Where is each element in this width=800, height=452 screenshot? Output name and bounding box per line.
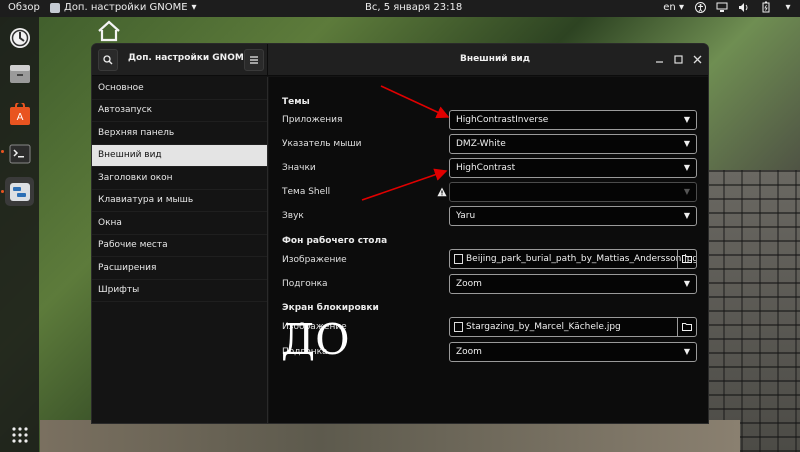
icons-theme-combo[interactable]: HighContrast ▼ (449, 158, 697, 178)
background-section-title: Фон рабочего стола (282, 236, 388, 246)
network-icon[interactable] (716, 1, 728, 13)
clock[interactable]: Вс, 5 января 23:18 (365, 2, 462, 13)
chevron-down-icon: ▾ (191, 2, 197, 13)
overlay-caption: ДО (281, 315, 350, 364)
tweaks-window: Доп. настройки GNOME Внешний вид Основно… (91, 43, 709, 424)
close-button[interactable] (691, 53, 703, 65)
top-bar: Обзор Доп. настройки GNOME ▾ Вс, 5 январ… (0, 0, 800, 17)
svg-text:A: A (16, 112, 23, 123)
lockscreen-adjust-value: Zoom (456, 347, 482, 357)
sidebar-item-keyboard-mouse[interactable]: Клавиатура и мышь (92, 190, 267, 212)
minimize-icon (655, 60, 663, 63)
icons-theme-label: Значки (282, 163, 316, 173)
timeshift-icon[interactable] (5, 23, 34, 52)
page-title: Внешний вид (460, 54, 530, 64)
themes-section-title: Темы (282, 97, 310, 107)
sound-theme-combo[interactable]: Yaru ▼ (449, 206, 697, 226)
language-label: en (663, 1, 676, 13)
folder-open-icon[interactable] (682, 254, 692, 263)
sidebar-header: Доп. настройки GNOME (92, 44, 268, 76)
sidebar-item-extensions[interactable]: Расширения (92, 257, 267, 280)
sidebar-item-workspaces[interactable]: Рабочие места (92, 235, 267, 257)
app-menu-label: Доп. настройки GNOME (64, 2, 188, 13)
power-menu-chevron-icon[interactable]: ▾ (782, 1, 794, 13)
app-title: Доп. настройки GNOME (128, 53, 250, 63)
shell-theme-combo[interactable]: ▼ (449, 182, 697, 202)
divider (677, 250, 678, 268)
lockscreen-image-value: Stargazing_by_Marcel_Kächele.jpg (466, 322, 621, 332)
sidebar-item-appearance[interactable]: Внешний вид (92, 144, 267, 167)
background-adjust-value: Zoom (456, 279, 482, 289)
combo-arrow-icon: ▼ (683, 163, 690, 172)
combo-arrow-icon: ▼ (683, 139, 690, 148)
accessibility-icon[interactable] (694, 1, 706, 13)
background-image-value: Beijing_park_burial_path_by_Mattias_Ande… (466, 254, 697, 264)
title-bar: Доп. настройки GNOME Внешний вид (92, 44, 708, 76)
cursor-theme-label: Указатель мыши (282, 139, 362, 149)
combo-arrow-icon: ▼ (683, 115, 690, 124)
system-tray[interactable]: en ▾ ▾ (663, 1, 794, 13)
lockscreen-image-chooser[interactable]: Stargazing_by_Marcel_Kächele.jpg (449, 317, 697, 337)
background-image-label: Изображение (282, 255, 347, 265)
activities-button[interactable]: Обзор (8, 2, 40, 13)
home-folder-icon[interactable] (96, 20, 122, 42)
combo-arrow-icon: ▼ (683, 187, 690, 196)
applications-theme-value: HighContrastInverse (456, 115, 549, 125)
minimize-button[interactable] (653, 53, 665, 65)
background-ground (40, 420, 740, 452)
appearance-panel: Темы Приложения HighContrastInverse ▼ Ук… (269, 77, 708, 423)
lockscreen-adjust-combo[interactable]: Zoom ▼ (449, 342, 697, 362)
sound-theme-label: Звук (282, 211, 304, 221)
applications-theme-label: Приложения (282, 115, 343, 125)
tweaks-icon[interactable] (5, 177, 34, 206)
cursor-theme-value: DMZ-White (456, 139, 506, 149)
sidebar-item-fonts[interactable]: Шрифты (92, 280, 267, 302)
combo-arrow-icon: ▼ (683, 279, 690, 288)
show-applications-icon[interactable] (5, 420, 34, 449)
sound-theme-value: Yaru (456, 211, 476, 221)
maximize-button[interactable] (672, 53, 684, 65)
lockscreen-section-title: Экран блокировки (282, 303, 379, 313)
volume-icon[interactable] (738, 1, 750, 13)
sidebar: Основное Автозапуск Верхняя панель Внешн… (92, 77, 268, 423)
dock: A (0, 17, 39, 452)
battery-icon[interactable] (760, 1, 772, 13)
image-file-icon (454, 322, 463, 332)
applications-theme-combo[interactable]: HighContrastInverse ▼ (449, 110, 697, 130)
combo-arrow-icon: ▼ (683, 347, 690, 356)
sidebar-item-top-bar[interactable]: Верхняя панель (92, 122, 267, 145)
combo-arrow-icon: ▼ (683, 211, 690, 220)
keyboard-layout[interactable]: en ▾ (663, 2, 684, 13)
hamburger-icon (250, 56, 258, 64)
maximize-icon (673, 54, 683, 64)
folder-open-icon[interactable] (682, 322, 692, 331)
running-indicator (1, 150, 4, 153)
sidebar-item-startup[interactable]: Автозапуск (92, 100, 267, 122)
close-icon (693, 55, 701, 63)
image-file-icon (454, 254, 463, 264)
search-button[interactable] (98, 49, 118, 71)
terminal-icon[interactable] (5, 139, 34, 168)
sidebar-item-windows[interactable]: Окна (92, 212, 267, 235)
divider (677, 318, 678, 336)
background-adjust-label: Подгонка (282, 279, 328, 289)
background-wall (705, 170, 800, 452)
menu-button[interactable] (244, 49, 264, 71)
background-adjust-combo[interactable]: Zoom ▼ (449, 274, 697, 294)
background-image-chooser[interactable]: Beijing_park_burial_path_by_Mattias_Ande… (449, 249, 697, 269)
search-icon (103, 55, 113, 65)
warning-icon (437, 187, 447, 197)
chevron-down-icon: ▾ (678, 1, 684, 13)
icons-theme-value: HighContrast (456, 163, 516, 173)
running-indicator (1, 190, 4, 193)
file-manager-icon[interactable] (5, 59, 34, 88)
shell-theme-label: Тема Shell (282, 187, 331, 197)
sidebar-item-general[interactable]: Основное (92, 77, 267, 100)
sidebar-item-window-titlebars[interactable]: Заголовки окон (92, 167, 267, 190)
cursor-theme-combo[interactable]: DMZ-White ▼ (449, 134, 697, 154)
tweaks-app-icon (50, 2, 60, 13)
software-center-icon[interactable]: A (5, 100, 34, 129)
app-menu[interactable]: Доп. настройки GNOME ▾ (50, 2, 197, 13)
